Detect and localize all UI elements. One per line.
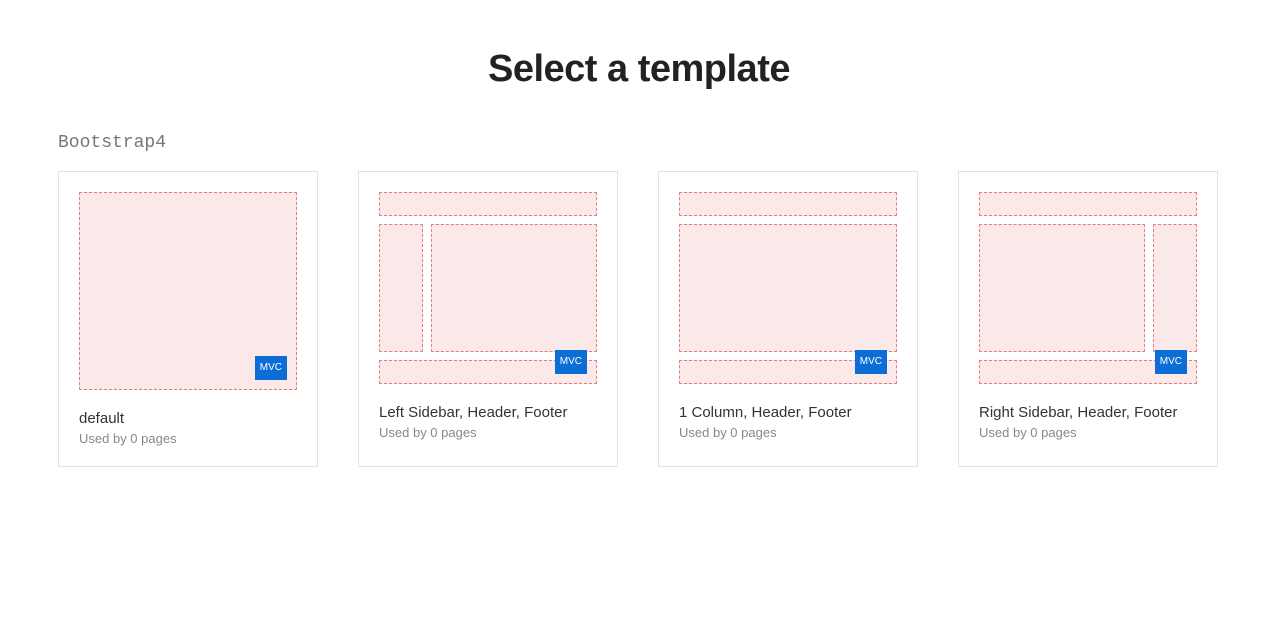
layout-region-content xyxy=(679,224,897,352)
template-meta: Left Sidebar, Header, Footer Used by 0 p… xyxy=(359,396,617,460)
template-cards: MVC default Used by 0 pages MVC Left Sid… xyxy=(58,171,1220,467)
mvc-badge: MVC xyxy=(255,356,287,380)
mvc-badge: MVC xyxy=(1155,350,1187,374)
template-preview: MVC xyxy=(359,172,617,396)
layout-region-content xyxy=(979,224,1145,352)
template-card-one-column[interactable]: MVC 1 Column, Header, Footer Used by 0 p… xyxy=(658,171,918,467)
mvc-badge: MVC xyxy=(855,350,887,374)
template-title: Left Sidebar, Header, Footer xyxy=(379,404,597,421)
layout-region-header xyxy=(679,192,897,216)
mvc-badge: MVC xyxy=(555,350,587,374)
template-preview: MVC xyxy=(59,172,317,402)
template-title: default xyxy=(79,410,297,427)
layout-region-header xyxy=(379,192,597,216)
template-preview: MVC xyxy=(659,172,917,396)
template-subtitle: Used by 0 pages xyxy=(379,425,597,440)
template-card-right-sidebar[interactable]: MVC Right Sidebar, Header, Footer Used b… xyxy=(958,171,1218,467)
section-label: Bootstrap4 xyxy=(58,133,1220,153)
template-title: 1 Column, Header, Footer xyxy=(679,404,897,421)
template-meta: Right Sidebar, Header, Footer Used by 0 … xyxy=(959,396,1217,460)
template-subtitle: Used by 0 pages xyxy=(79,431,297,446)
layout-region-sidebar xyxy=(1153,224,1197,352)
template-preview: MVC xyxy=(959,172,1217,396)
template-title: Right Sidebar, Header, Footer xyxy=(979,404,1197,421)
template-card-left-sidebar[interactable]: MVC Left Sidebar, Header, Footer Used by… xyxy=(358,171,618,467)
template-meta: default Used by 0 pages xyxy=(59,402,317,466)
template-meta: 1 Column, Header, Footer Used by 0 pages xyxy=(659,396,917,460)
layout-region-header xyxy=(979,192,1197,216)
template-subtitle: Used by 0 pages xyxy=(679,425,897,440)
template-card-default[interactable]: MVC default Used by 0 pages xyxy=(58,171,318,467)
template-subtitle: Used by 0 pages xyxy=(979,425,1197,440)
layout-region-content xyxy=(431,224,597,352)
layout-region-sidebar xyxy=(379,224,423,352)
page-title: Select a template xyxy=(0,48,1278,91)
